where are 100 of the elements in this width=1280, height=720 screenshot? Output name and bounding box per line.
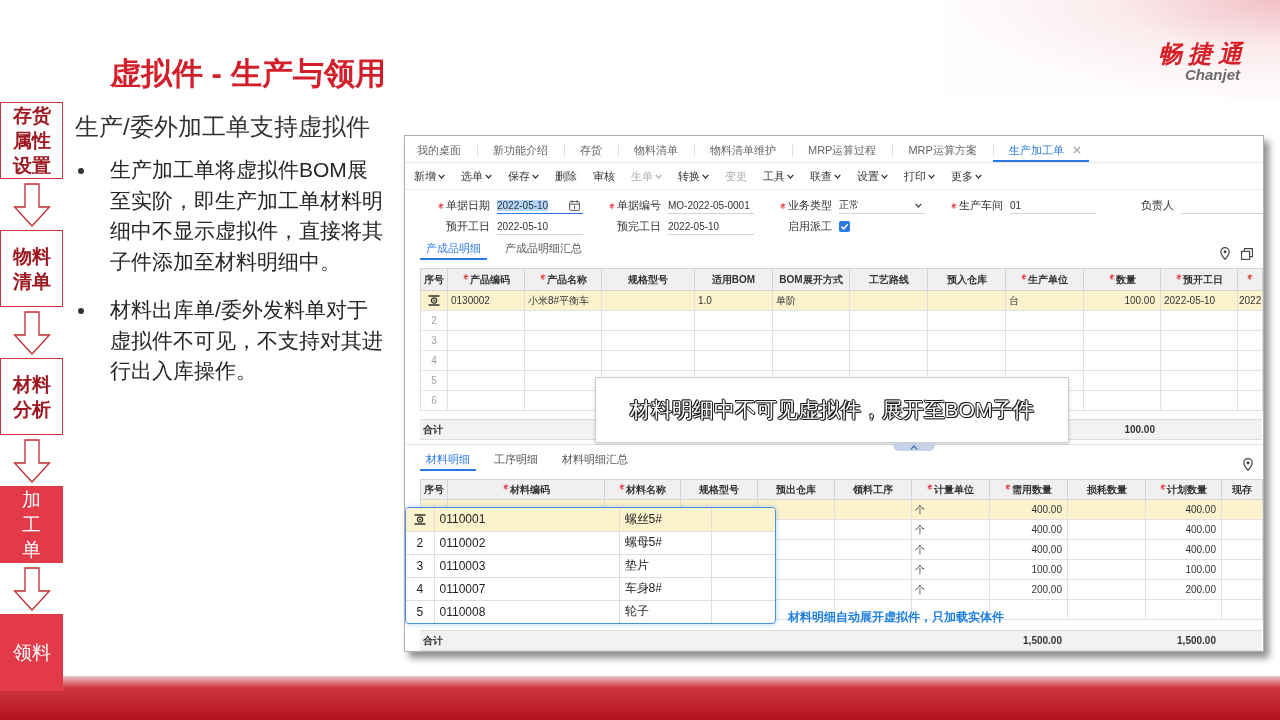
toolbar-button[interactable]: 审核 bbox=[589, 165, 619, 187]
toolbar-button[interactable]: 联查 bbox=[806, 165, 845, 187]
field-label: 单据日期 bbox=[446, 198, 490, 213]
column-header: 计量单位 bbox=[934, 483, 974, 495]
tab[interactable]: 材料明细 bbox=[420, 449, 476, 471]
table-cell: 1.0 bbox=[694, 290, 773, 311]
toolbar-button[interactable]: 打印 bbox=[900, 165, 939, 187]
row-number: 4 bbox=[406, 577, 434, 600]
table-cell: 400.00 bbox=[1145, 499, 1222, 520]
bullet-icon bbox=[78, 168, 84, 174]
table-cell: 台 bbox=[1005, 290, 1084, 311]
chevron-down-icon bbox=[928, 173, 935, 179]
field-label: 预开工日 bbox=[446, 219, 490, 234]
column-header: 预出仓库 bbox=[776, 483, 816, 495]
totals-label: 合计 bbox=[420, 419, 447, 440]
table-row[interactable]: 3 0110003 垫片 bbox=[406, 554, 775, 577]
caret-up-icon bbox=[910, 444, 918, 450]
table-cell: 0110001 bbox=[434, 508, 619, 531]
column-header: BOM展开方式 bbox=[779, 273, 843, 285]
collapse-handle[interactable] bbox=[893, 443, 935, 451]
toolbar-button[interactable]: 选单 bbox=[457, 165, 496, 187]
copy-icon[interactable] bbox=[1241, 248, 1253, 260]
column-header: 适用BOM bbox=[711, 273, 756, 285]
calendar-icon[interactable] bbox=[569, 199, 580, 211]
column-header: 生产单位 bbox=[1028, 273, 1068, 285]
bullet-icon bbox=[78, 307, 84, 314]
column-header: 规格型号 bbox=[699, 483, 739, 495]
tab[interactable]: 工序明细 bbox=[488, 449, 544, 471]
input-field[interactable]: 2022-05-10 bbox=[668, 218, 754, 235]
table-row[interactable]: 2 0110002 螺母5# bbox=[406, 531, 775, 554]
chevron-down-icon bbox=[485, 173, 492, 179]
totals-label: 合计 bbox=[420, 630, 447, 651]
column-header: 序号 bbox=[424, 483, 444, 495]
total-value: 1,500.00 bbox=[1145, 630, 1221, 651]
column-header: 现存 bbox=[1232, 483, 1252, 495]
toolbar-button[interactable]: 设置 bbox=[853, 165, 892, 187]
column-header: 产品编码 bbox=[469, 273, 510, 285]
flow-step: 物料清单 bbox=[0, 230, 63, 307]
select-field[interactable]: 正常 bbox=[839, 197, 925, 214]
table-row[interactable]: 5 0110008 轮子 bbox=[406, 600, 775, 623]
tab[interactable]: 新功能介绍 bbox=[477, 140, 564, 162]
location-pin-icon[interactable] bbox=[1243, 458, 1253, 471]
flow-step: 领料 bbox=[0, 614, 63, 691]
field-label: 启用派工 bbox=[788, 219, 832, 234]
tab[interactable]: 产成品明细 bbox=[420, 238, 487, 260]
close-icon[interactable] bbox=[1072, 146, 1081, 154]
toolbar-button[interactable]: 更多 bbox=[947, 165, 986, 187]
field-label: 负责人 bbox=[1141, 198, 1174, 213]
tab[interactable]: 物料清单 bbox=[618, 140, 694, 162]
slide-title: 虚拟件 - 生产与领用 bbox=[110, 56, 386, 92]
input-field[interactable]: MO-2022-05-0001 bbox=[668, 197, 754, 214]
tab[interactable]: 我的桌面 bbox=[405, 140, 477, 162]
table-cell: 2022 bbox=[1237, 290, 1263, 311]
table-cell: 400.00 bbox=[989, 519, 1068, 540]
table-cell: 个 bbox=[911, 519, 990, 540]
column-header: 材料名称 bbox=[626, 483, 666, 495]
row-action-icon[interactable] bbox=[413, 513, 426, 525]
tab[interactable]: MRP运算方案 bbox=[892, 140, 993, 162]
table-cell: 400.00 bbox=[1145, 519, 1222, 540]
row-action-icon[interactable] bbox=[428, 295, 440, 306]
date-field[interactable]: 2022-05-10 bbox=[497, 197, 583, 214]
chevron-down-icon bbox=[532, 173, 539, 179]
row-number: 3 bbox=[420, 330, 448, 351]
field-label: 预完工日 bbox=[617, 219, 661, 234]
column-header: 规格型号 bbox=[628, 273, 668, 285]
table-row[interactable]: 0110001 螺丝5# bbox=[406, 508, 775, 531]
row-number: 2 bbox=[420, 310, 448, 331]
table-cell: 单阶 bbox=[772, 290, 850, 311]
checkbox[interactable] bbox=[839, 221, 850, 232]
table-cell: 2022-05-10 bbox=[1160, 290, 1238, 311]
table-cell: 400.00 bbox=[989, 499, 1068, 520]
table-row[interactable]: 0130002 小米8#平衡车 1.0 单阶 台 100.00 2022-05-10 2022 bbox=[420, 290, 1263, 311]
column-header: 工艺路线 bbox=[868, 273, 909, 285]
down-arrow-icon bbox=[12, 439, 51, 483]
row-number: 5 bbox=[420, 370, 448, 391]
tab[interactable]: MRP运算过程 bbox=[792, 140, 893, 162]
down-arrow-icon bbox=[12, 183, 51, 227]
table-row[interactable]: 4 0110007 车身8# bbox=[406, 577, 775, 600]
table-cell: 100.00 bbox=[989, 559, 1068, 580]
location-pin-icon[interactable] bbox=[1220, 247, 1230, 260]
total-value: 100.00 bbox=[1083, 419, 1160, 440]
total-value: 1,500.00 bbox=[989, 630, 1067, 651]
toolbar-button[interactable]: 新增 bbox=[410, 165, 449, 187]
table-cell: 0110003 bbox=[434, 554, 619, 577]
toolbar-button[interactable]: 工具 bbox=[759, 165, 798, 187]
tab[interactable]: 材料明细汇总 bbox=[556, 449, 634, 471]
tab[interactable]: 产成品明细汇总 bbox=[499, 238, 588, 260]
table-cell: 个 bbox=[911, 579, 990, 600]
chevron-down-icon bbox=[438, 173, 445, 179]
table-cell: 400.00 bbox=[989, 539, 1068, 560]
toolbar-button[interactable]: 转换 bbox=[674, 165, 713, 187]
flow-step: 加工单 bbox=[0, 486, 63, 563]
toolbar-button[interactable]: 删除 bbox=[551, 165, 581, 187]
input-field[interactable]: 2022-05-10 bbox=[497, 218, 583, 235]
table-cell: 个 bbox=[911, 559, 990, 580]
tab[interactable]: 物料清单维护 bbox=[694, 140, 792, 162]
input-field[interactable]: 01 bbox=[1010, 197, 1096, 214]
toolbar-button[interactable]: 保存 bbox=[504, 165, 543, 187]
tab[interactable]: 生产加工单 bbox=[992, 140, 1089, 162]
tab[interactable]: 存货 bbox=[564, 140, 618, 162]
